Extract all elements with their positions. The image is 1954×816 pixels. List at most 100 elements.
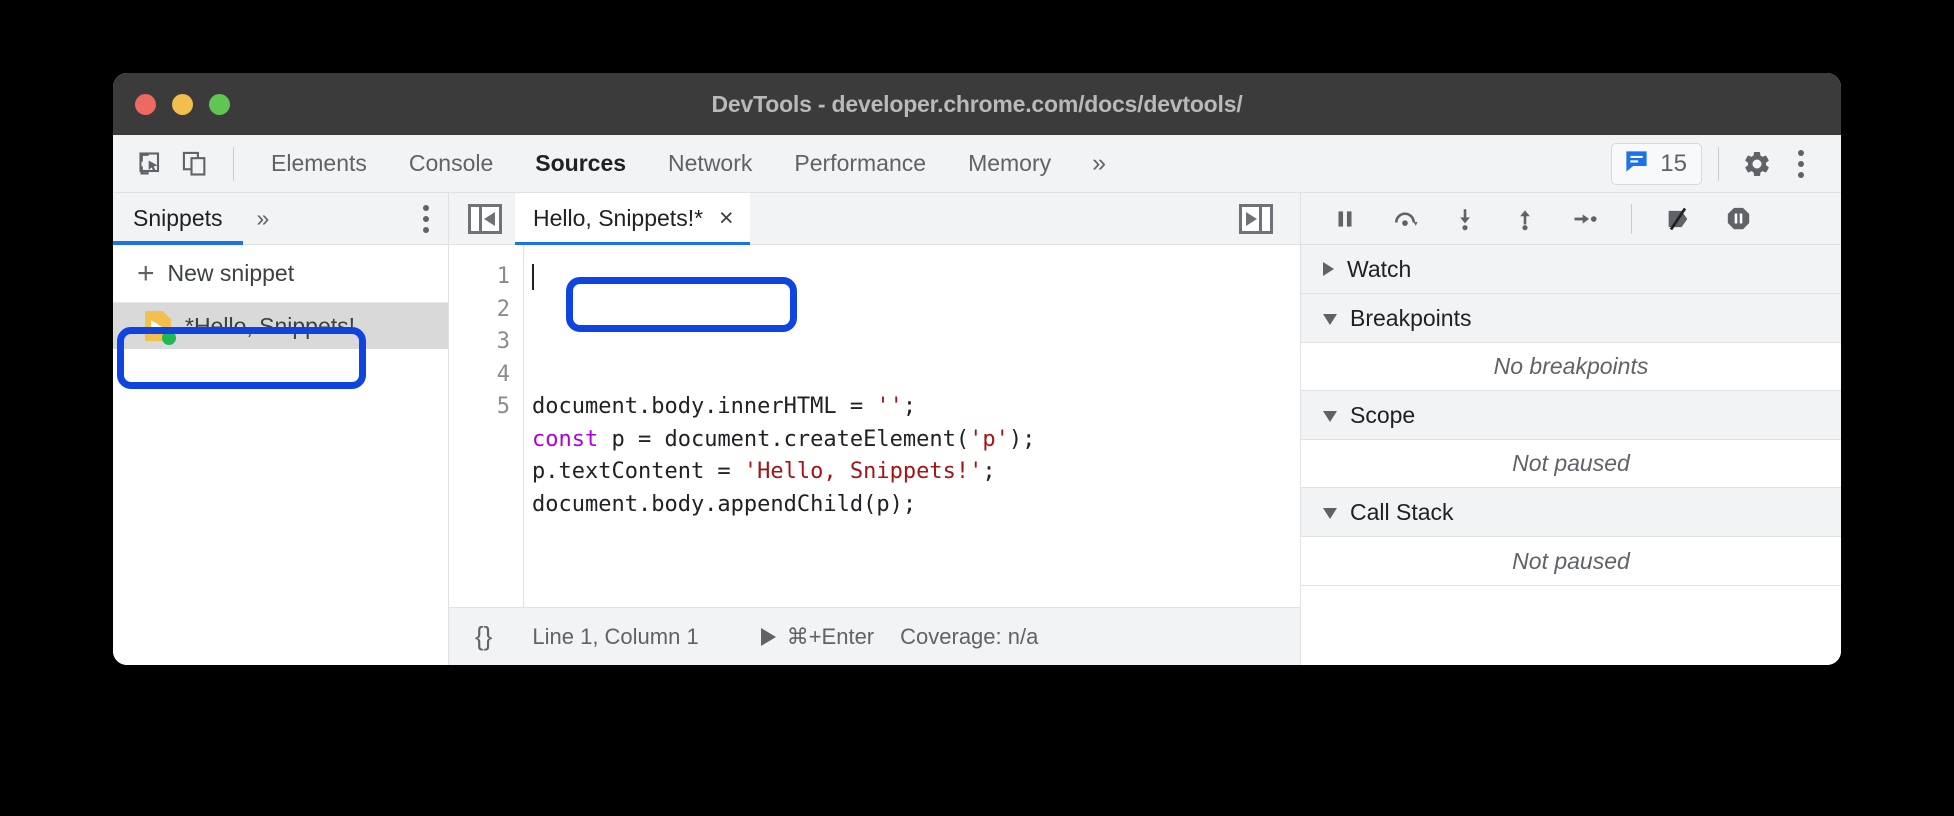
run-shortcut-label: ⌘+Enter [786,623,875,649]
sources-navigator-pane: Snippets » + New snippet *Hello, Snippet… [113,192,449,665]
debugger-section-watch[interactable]: Watch [1301,245,1841,294]
window-title: DevTools - developer.chrome.com/docs/dev… [711,90,1243,117]
tab-memory[interactable]: Memory [947,135,1072,193]
chevron-right-icon [1323,262,1334,276]
pause-on-exceptions-icon[interactable] [1716,198,1760,240]
code-token: ; [982,459,996,484]
inspect-element-icon[interactable] [129,142,173,186]
toolbar-right-group: 15 [1611,141,1841,187]
snippet-name: *Hello, Snippets! [185,312,356,339]
code-token: document.body.innerHTML = [532,394,877,419]
gear-icon[interactable] [1735,142,1779,186]
new-snippet-button[interactable]: + New snippet [113,245,448,303]
snippet-file-icon [145,311,176,345]
list-item[interactable]: *Hello, Snippets! [113,303,448,349]
tab-performance[interactable]: Performance [773,135,947,193]
code-line: p.textContent = 'Hello, Snippets!'; [532,456,1300,489]
run-snippet-button[interactable]: ⌘+Enter [760,623,875,650]
cursor-position: Line 1, Column 1 [532,623,699,649]
debugger-section-breakpoints[interactable]: Breakpoints [1301,294,1841,343]
tab-console[interactable]: Console [388,135,514,193]
screenshot-root: DevTools - developer.chrome.com/docs/dev… [0,0,1954,816]
editor-tab-hello-snippets[interactable]: Hello, Snippets!* × [515,192,750,245]
step-over-icon[interactable] [1383,198,1427,240]
debugger-section-call-stack[interactable]: Call Stack [1301,488,1841,537]
code-token: const [532,426,599,452]
tab-sources[interactable]: Sources [514,135,647,193]
devtools-main-toolbar: Elements Console Sources Network Perform… [113,135,1841,193]
devtools-window: DevTools - developer.chrome.com/docs/dev… [113,73,1841,665]
text-caret [532,264,534,290]
devtools-body: Snippets » + New snippet *Hello, Snippet… [113,192,1841,665]
line-number: 1 [496,264,510,289]
editor-tab-bar: Hello, Snippets!* × [449,192,1300,245]
code-token: 'Hello, Snippets!' [743,459,983,484]
navigator-tab-snippets[interactable]: Snippets [113,192,243,245]
code-token: '' [876,394,903,419]
play-icon [760,627,776,646]
debugger-toolbar-divider [1631,203,1632,234]
call-stack-empty-text: Not paused [1301,537,1841,586]
navigator-tab-bar: Snippets » [113,192,448,245]
code-token: p.textContent = [532,459,744,484]
section-title: Breakpoints [1350,304,1472,331]
green-dot-icon [162,331,176,345]
step-into-icon[interactable] [1443,198,1487,240]
new-snippet-label: New snippet [167,260,295,286]
tab-elements[interactable]: Elements [250,135,388,193]
line-number-gutter: 1 2 3 4 5 [449,245,524,607]
navigator-more-tabs-icon[interactable]: » [243,205,284,232]
chevron-down-icon [1323,411,1337,422]
code-editor[interactable]: 12345 document.body.innerHTML = ''; const… [449,245,1300,607]
step-icon[interactable] [1563,198,1607,240]
line-number: 5 [496,394,510,419]
debugger-pane: Watch Breakpoints No breakpoints Scope N… [1301,193,1841,665]
pretty-print-icon[interactable]: {} [475,621,492,652]
section-title: Call Stack [1350,498,1454,525]
section-title: Watch [1347,255,1412,282]
line-number: 4 [496,361,510,387]
section-title: Scope [1350,401,1416,428]
step-out-icon[interactable] [1503,198,1547,240]
show-navigator-icon[interactable] [468,203,502,234]
code-line: document.body.innerHTML = ''; [532,391,1300,424]
toolbar-divider [233,146,234,181]
breakpoints-empty-text: No breakpoints [1301,343,1841,391]
coverage-status: Coverage: n/a [900,623,1039,649]
chevron-down-icon [1323,314,1337,325]
line-number: 2 [496,296,510,322]
resume-pause-icon[interactable] [1323,198,1367,240]
scope-empty-text: Not paused [1301,440,1841,488]
message-icon [1623,148,1650,180]
more-tabs-icon[interactable]: » [1072,135,1126,193]
tab-network[interactable]: Network [647,135,773,193]
line-number: 3 [496,329,510,354]
code-token: 'p' [969,426,1009,452]
close-icon[interactable]: × [719,206,734,231]
devtools-main-menu-icon[interactable] [1779,141,1823,187]
panel-tab-list: Elements Console Sources Network Perform… [250,135,1126,193]
code-token: p = document.createElement( [598,426,970,452]
toolbar-divider-2 [1718,146,1719,181]
debugger-toolbar [1301,193,1841,245]
code-line: document.body.appendChild(p); [532,489,1300,522]
console-messages-button[interactable]: 15 [1611,142,1702,185]
editor-pane: Hello, Snippets!* × 1 2 3 4 5 document.body.… [449,192,1301,665]
code-line: const p = document.createElement('p'); [532,424,1300,457]
code-token: ; [902,394,917,419]
editor-status-bar: {} Line 1, Column 1 ⌘+Enter Coverage: n/… [449,607,1300,665]
chevron-down-icon [1323,508,1337,519]
navigator-menu-icon[interactable] [404,196,448,242]
message-count: 15 [1660,149,1687,177]
device-toolbar-icon[interactable] [173,142,217,186]
window-title-bar: DevTools - developer.chrome.com/docs/dev… [113,73,1841,135]
code-token: document.body.appendChild(p); [532,491,917,517]
code-content[interactable]: document.body.innerHTML = ''; const p = d… [524,245,1300,607]
show-debugger-icon[interactable] [1239,203,1273,234]
code-token: ); [1008,426,1036,452]
plus-icon: + [137,256,155,290]
debugger-section-scope[interactable]: Scope [1301,391,1841,440]
editor-tab-label: Hello, Snippets!* [533,205,704,231]
deactivate-breakpoints-icon[interactable] [1656,198,1700,240]
